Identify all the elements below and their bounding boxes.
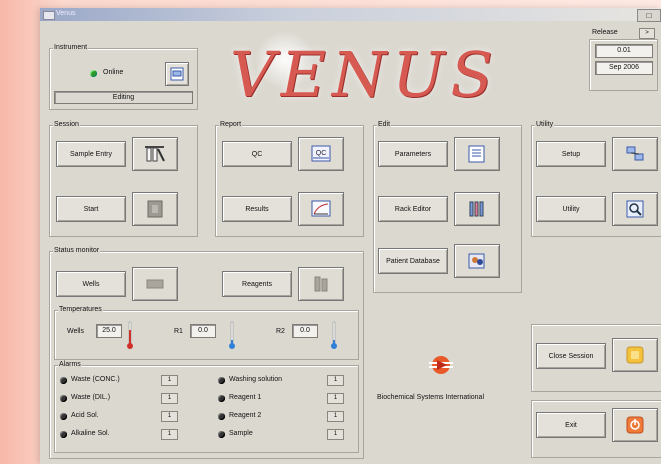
setup-network-icon: [626, 146, 644, 161]
alarm-item-washing-solution: Washing solution: [229, 376, 283, 383]
sample-tubes-icon: [145, 146, 165, 162]
wells-thermometer-icon: [127, 321, 133, 349]
utility-button[interactable]: Utility: [536, 196, 606, 222]
results-icon-button[interactable]: [298, 192, 344, 226]
alarm-button-sample[interactable]: 1: [327, 429, 344, 440]
alarm-item-acid-sol: Acid Sol.: [71, 412, 99, 419]
qc-button[interactable]: QC: [222, 141, 292, 167]
power-icon: [626, 416, 644, 434]
results-button[interactable]: Results: [222, 196, 292, 222]
instrument-status: Online: [103, 69, 124, 76]
title-bar: Venus □: [40, 8, 661, 22]
alarm-button-washing-solution[interactable]: 1: [327, 375, 344, 386]
wells-temp-value: 25.0: [96, 324, 122, 338]
start-icon: [147, 200, 163, 218]
report-label: Report: [219, 121, 243, 128]
company-name: Biochemical Systems International: [377, 394, 484, 401]
instrument-mode: Editing: [54, 91, 193, 104]
r2-temp-value: 0.0: [292, 324, 318, 338]
patient-database-button[interactable]: Patient Database: [378, 248, 448, 274]
alarm-item-alkaline-sol: Alkaline Sol.: [71, 430, 110, 437]
alarm-button-reagent-2[interactable]: 1: [327, 411, 344, 422]
instrument-label: Instrument: [53, 44, 89, 51]
alarm-indicator-icon: [218, 413, 225, 420]
exit-icon-button[interactable]: [612, 408, 658, 442]
rack-editor-icon-button[interactable]: [454, 192, 500, 226]
reagents-button[interactable]: Reagents: [222, 271, 292, 297]
magnifier-icon: [626, 200, 644, 218]
close-session-icon: [626, 346, 644, 364]
start-icon-button[interactable]: [132, 192, 178, 226]
r1-temp-label: R1: [174, 328, 183, 335]
r2-temp-label: R2: [276, 328, 285, 335]
venus-main-window: Venus □ VENUS Instrument Online Editing …: [40, 8, 661, 464]
alarm-item-waste-conc: Waste (CONC.): [71, 376, 120, 383]
wells-icon-button[interactable]: [132, 267, 178, 301]
app-logo: VENUS: [230, 38, 500, 111]
alarm-indicator-icon: [60, 377, 67, 384]
alarm-indicator-icon: [218, 377, 225, 384]
parameters-button[interactable]: Parameters: [378, 141, 448, 167]
utility-label: Utility: [535, 121, 555, 128]
wells-temp-label: Wells: [67, 328, 84, 335]
qc-chart-icon: QC: [311, 145, 331, 162]
alarm-item-sample: Sample: [229, 430, 253, 437]
alarms-label: Alarms: [58, 361, 82, 368]
release-button[interactable]: >: [639, 28, 655, 39]
instrument-icon: [170, 67, 184, 81]
alarm-indicator-icon: [218, 431, 225, 438]
bsi-logo-icon: [429, 356, 453, 374]
system-menu-icon[interactable]: [43, 11, 55, 20]
start-button[interactable]: Start: [56, 196, 126, 222]
alarm-item-waste-dil: Waste (DIL.): [71, 394, 111, 401]
alarm-button-acid-sol[interactable]: 1: [161, 411, 178, 422]
release-date: Sep 2006: [595, 61, 653, 75]
sample-entry-icon-button[interactable]: [132, 137, 178, 171]
maximize-button[interactable]: □: [637, 9, 661, 22]
close-session-icon-button[interactable]: [612, 338, 658, 372]
reagents-icon: [314, 276, 328, 292]
status-monitor-label: Status monitor: [53, 247, 101, 254]
alarm-button-reagent-1[interactable]: 1: [327, 393, 344, 404]
temperatures-label: Temperatures: [58, 306, 103, 313]
close-session-button[interactable]: Close Session: [536, 343, 606, 369]
utility-icon-button[interactable]: [612, 192, 658, 226]
qc-icon-button[interactable]: QC: [298, 137, 344, 171]
release-label: Release: [592, 29, 618, 36]
r2-thermometer-icon: [331, 321, 337, 349]
edit-label: Edit: [377, 121, 392, 128]
rack-icon: [469, 201, 484, 217]
r1-temp-value: 0.0: [190, 324, 216, 338]
release-version: 0.01: [595, 44, 653, 58]
wells-icon: [146, 279, 164, 289]
patient-database-icon-button[interactable]: [454, 244, 500, 278]
rack-editor-button[interactable]: Rack Editor: [378, 196, 448, 222]
alarm-indicator-icon: [218, 395, 225, 402]
alarm-indicator-icon: [60, 395, 67, 402]
sample-entry-button[interactable]: Sample Entry: [56, 141, 126, 167]
alarm-indicator-icon: [60, 431, 67, 438]
qc-icon-text: QC: [316, 150, 327, 157]
setup-button[interactable]: Setup: [536, 141, 606, 167]
instrument-config-button[interactable]: [165, 62, 189, 86]
exit-button[interactable]: Exit: [536, 412, 606, 438]
r1-thermometer-icon: [229, 321, 235, 349]
alarm-button-waste-conc[interactable]: 1: [161, 375, 178, 386]
wells-button[interactable]: Wells: [56, 271, 126, 297]
alarm-indicator-icon: [60, 413, 67, 420]
alarm-button-alkaline-sol[interactable]: 1: [161, 429, 178, 440]
patient-database-icon: [468, 253, 485, 269]
session-label: Session: [53, 121, 80, 128]
online-indicator-icon: [90, 70, 97, 77]
alarm-item-reagent-1: Reagent 1: [229, 394, 262, 401]
window-title: Venus: [56, 10, 76, 17]
results-graph-icon: [311, 200, 331, 217]
setup-icon-button[interactable]: [612, 137, 658, 171]
reagents-icon-button[interactable]: [298, 267, 344, 301]
alarm-button-waste-dil[interactable]: 1: [161, 393, 178, 404]
alarm-item-reagent-2: Reagent 2: [229, 412, 262, 419]
parameters-icon: [468, 145, 485, 163]
parameters-icon-button[interactable]: [454, 137, 500, 171]
